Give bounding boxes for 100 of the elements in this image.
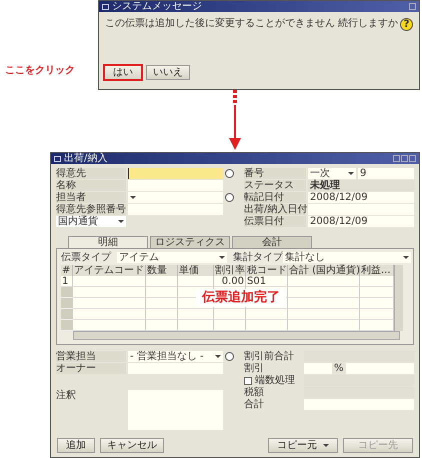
table-cell <box>360 309 394 320</box>
field-label: 集計タイプ <box>232 252 283 263</box>
field-label: 名称 <box>56 180 126 191</box>
input-field[interactable] <box>128 168 223 179</box>
field-label: 出荷/納入日付 <box>244 204 306 215</box>
overlay-text: 伝票追加完了 <box>196 289 286 307</box>
checkbox-label: 端数処理 <box>255 375 295 386</box>
column-header[interactable]: # <box>61 265 73 276</box>
circle-icon[interactable] <box>225 193 234 202</box>
table-cell <box>360 287 394 298</box>
document-type-dropdown[interactable]: アイテム <box>117 252 227 263</box>
input-field[interactable] <box>304 399 414 410</box>
input-field[interactable] <box>346 363 414 374</box>
field-label: 得意先参照番号 <box>56 204 126 215</box>
field-label: 割引 <box>244 363 265 374</box>
row-number <box>61 287 73 298</box>
window-icon <box>102 4 109 10</box>
column-header[interactable]: 合計 (国内通貨) <box>288 265 360 276</box>
table-cell <box>146 309 178 320</box>
question-icon: ? <box>400 18 413 31</box>
scroll-bar[interactable] <box>73 331 400 340</box>
column-header[interactable]: アイテムコード <box>73 265 146 276</box>
input-field[interactable] <box>128 204 223 215</box>
column-header[interactable]: 数量 <box>146 265 178 276</box>
table-cell <box>288 276 360 287</box>
field-label: 得意先 <box>56 168 126 179</box>
maximize-icon[interactable] <box>409 3 416 10</box>
table-cell <box>288 309 360 320</box>
field-label: 合計 <box>244 399 265 410</box>
series-dropdown[interactable]: 一次 <box>308 168 356 179</box>
sales-employee-dropdown[interactable]: - 営業担当なし - <box>128 351 223 362</box>
checkbox[interactable] <box>244 376 252 384</box>
input-field[interactable] <box>128 363 223 374</box>
caret-icon <box>215 355 221 358</box>
column-header[interactable]: 単価 <box>178 265 214 276</box>
table-cell: S01 <box>246 276 288 287</box>
window-controls-icon[interactable] <box>393 155 416 162</box>
field-label: 伝票日付 <box>244 216 306 227</box>
tab[interactable]: ロジスティクス <box>150 236 230 248</box>
input-field[interactable] <box>128 192 223 203</box>
table-cell <box>146 320 178 331</box>
dialog-button[interactable]: はい <box>103 64 143 81</box>
caret-icon <box>219 256 225 259</box>
column-header[interactable]: 税コード <box>246 265 288 276</box>
row-number <box>61 309 73 320</box>
table-cell <box>178 309 214 320</box>
row-number <box>61 320 73 331</box>
table-cell <box>214 320 246 331</box>
input-field[interactable] <box>304 351 414 362</box>
circle-icon[interactable] <box>225 352 234 361</box>
dropdown-button[interactable]: コピー元 <box>268 438 338 453</box>
field-label: 割引前合計 <box>244 351 295 362</box>
input-field[interactable]: 2008/12/09 <box>308 192 414 203</box>
field-label: 番号 <box>244 168 306 179</box>
table-cell <box>146 298 178 309</box>
input-field[interactable] <box>304 363 332 374</box>
dialog-message: この伝票は追加した後に変更することができません 続行しますか <box>105 18 398 31</box>
tab[interactable]: 会計 <box>232 236 312 248</box>
field-label: 注釈 <box>56 390 77 403</box>
currency-dropdown[interactable]: 国内通貨 <box>56 216 126 227</box>
table-cell <box>288 287 360 298</box>
table-cell: 0.00 <box>214 276 246 287</box>
table-cell <box>246 309 288 320</box>
field-label: 担当者 <box>56 192 126 203</box>
summary-type-dropdown[interactable]: 集計なし <box>283 252 411 263</box>
table-cell <box>288 298 360 309</box>
field-label: 伝票タイプ <box>61 252 112 263</box>
caret-icon <box>118 220 124 223</box>
dialog-title: システムメッセージ <box>112 1 202 12</box>
column-header[interactable]: 利益... <box>360 265 394 276</box>
input-field[interactable] <box>304 375 414 386</box>
tab[interactable]: 明細 <box>68 236 148 248</box>
table-cell <box>146 287 178 298</box>
caret-icon <box>403 256 409 259</box>
field-value: 未処理 <box>308 180 414 191</box>
dialog-button[interactable]: いいえ <box>146 65 190 80</box>
input-field[interactable] <box>308 204 414 215</box>
action-button[interactable]: キャンセル <box>100 438 164 453</box>
field-label: ステータス <box>244 180 306 191</box>
field-label: オーナー <box>56 363 126 374</box>
column-header[interactable]: 割引率 <box>214 265 246 276</box>
field-value: 9 <box>358 168 414 179</box>
table-cell <box>146 276 178 287</box>
table-cell <box>360 276 394 287</box>
input-field[interactable] <box>128 180 223 191</box>
input-field[interactable]: 2008/12/09 <box>308 216 414 227</box>
row-number <box>61 298 73 309</box>
action-button[interactable]: 追加 <box>57 438 95 453</box>
input-field[interactable] <box>304 387 414 398</box>
table-cell <box>178 276 214 287</box>
field-label: 転記日付 <box>244 192 306 203</box>
arrow <box>229 90 241 150</box>
table-cell <box>214 309 246 320</box>
scroll-bar[interactable] <box>394 265 403 331</box>
field-label: 営業担当 <box>56 351 126 362</box>
row-number: 1 <box>61 276 73 287</box>
table-cell <box>288 320 360 331</box>
circle-icon[interactable] <box>225 169 234 178</box>
window-icon <box>54 156 61 162</box>
remarks-field[interactable] <box>128 390 223 430</box>
